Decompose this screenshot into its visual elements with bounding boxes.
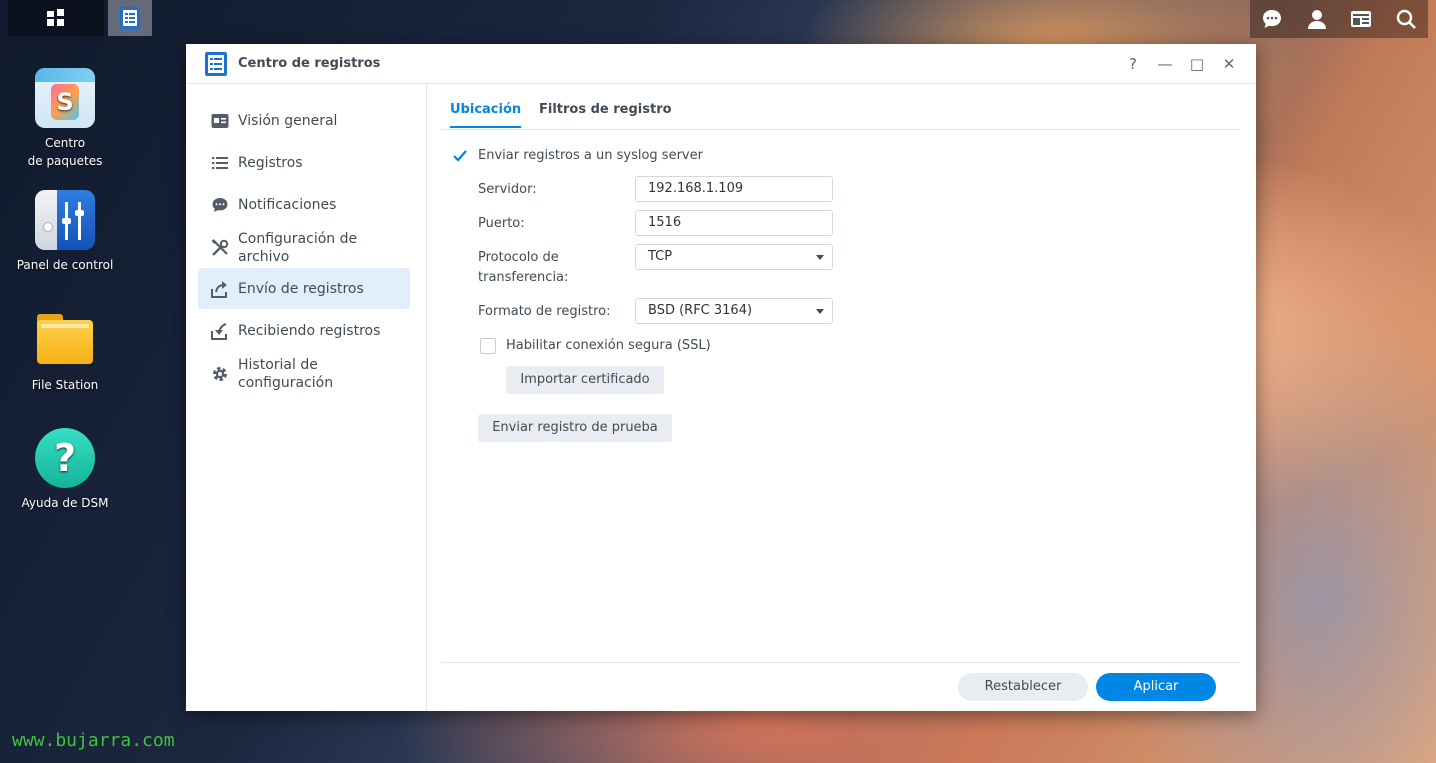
window-controls: ? — □ ✕ xyxy=(1124,44,1238,83)
user-icon xyxy=(1307,10,1326,29)
send-logs-checkbox[interactable] xyxy=(452,148,468,164)
package-center-icon: S xyxy=(35,68,95,128)
desktop-label: Panel de control xyxy=(16,258,114,272)
chat-button[interactable] xyxy=(1259,6,1285,32)
log-center-window: Centro de registros ? — □ ✕ Visión gener… xyxy=(186,44,1256,711)
desktop-label: Ayuda de DSM xyxy=(21,496,109,510)
protocol-value: TCP xyxy=(648,249,673,264)
sidebar-item-config-history[interactable]: Historial de configuración xyxy=(198,353,410,395)
label-line: archivo xyxy=(238,249,290,265)
list-icon xyxy=(210,153,230,173)
sidebar-item-label: Visión general xyxy=(238,113,338,129)
label-line: configuración xyxy=(238,375,334,391)
reset-button[interactable]: Restablecer xyxy=(958,673,1088,701)
sidebar-item-overview[interactable]: Visión general xyxy=(198,101,410,141)
label-line: Protocolo de xyxy=(478,250,559,265)
desktop-control-panel[interactable]: Panel de control xyxy=(5,190,125,274)
sidebar-item-notifications[interactable]: Notificaciones xyxy=(198,185,410,225)
checkmark-icon xyxy=(453,150,467,162)
port-input[interactable]: 1516 xyxy=(635,210,833,236)
port-value: 1516 xyxy=(648,215,682,230)
format-label: Formato de registro: xyxy=(478,304,611,319)
desktop-label: de paquetes xyxy=(27,154,103,168)
dsm-help-icon: ? xyxy=(35,428,95,488)
server-label: Servidor: xyxy=(478,182,537,197)
sidebar-item-label: Notificaciones xyxy=(238,197,337,213)
apply-button[interactable]: Aplicar xyxy=(1096,673,1216,701)
help-button[interactable]: ? xyxy=(1124,55,1142,73)
send-logs-label: Enviar registros a un syslog server xyxy=(478,148,703,163)
chat-icon xyxy=(1263,10,1282,28)
format-select[interactable]: BSD (RFC 3164) xyxy=(635,298,833,324)
server-value: 192.168.1.109 xyxy=(648,181,744,196)
close-button[interactable]: ✕ xyxy=(1220,55,1238,73)
port-label: Puerto: xyxy=(478,216,525,231)
search-button[interactable] xyxy=(1393,6,1419,32)
footer-divider xyxy=(441,662,1240,663)
receive-icon xyxy=(210,321,230,341)
widgets-icon xyxy=(1351,11,1372,27)
sidebar-item-label: Historial de configuración xyxy=(238,356,333,392)
taskbar-right xyxy=(1250,0,1428,38)
desktop-package-center[interactable]: S Centro de paquetes xyxy=(5,68,125,170)
protocol-label: Protocolo de transferencia: xyxy=(478,248,568,288)
window-title: Centro de registros xyxy=(238,56,381,71)
gear-icon xyxy=(210,364,230,384)
log-center-app-icon xyxy=(205,51,227,76)
tools-icon xyxy=(210,238,230,258)
sidebar-item-label: Envío de registros xyxy=(238,280,364,297)
desktop-label: Centro xyxy=(44,136,86,150)
sidebar-item-log-sending[interactable]: Envío de registros xyxy=(198,268,410,309)
sidebar: Visión general Registros Notificaciones … xyxy=(186,84,427,711)
send-icon xyxy=(210,279,230,299)
search-icon xyxy=(1396,9,1416,29)
taskbar-left xyxy=(0,0,152,38)
format-value: BSD (RFC 3164) xyxy=(648,303,753,318)
window-titlebar[interactable]: Centro de registros ? — □ ✕ xyxy=(186,44,1256,84)
control-panel-icon xyxy=(35,190,95,250)
chevron-down-icon xyxy=(816,309,824,314)
log-center-app-icon xyxy=(120,7,140,29)
ssl-checkbox[interactable] xyxy=(480,338,496,354)
import-certificate-button[interactable]: Importar certificado xyxy=(506,366,664,394)
sidebar-item-archive-settings[interactable]: Configuración de archivo xyxy=(198,227,410,269)
desktop-file-station[interactable]: File Station xyxy=(5,310,125,394)
sidebar-item-receiving-logs[interactable]: Recibiendo registros xyxy=(198,311,410,351)
sidebar-item-label: Registros xyxy=(238,155,303,171)
desktop-label: File Station xyxy=(31,378,99,392)
label-line: Historial de xyxy=(238,357,318,373)
sidebar-item-logs[interactable]: Registros xyxy=(198,143,410,183)
chat-bubble-icon xyxy=(210,195,230,215)
tab-location[interactable]: Ubicación xyxy=(450,102,522,128)
server-input[interactable]: 192.168.1.109 xyxy=(635,176,833,202)
content-panel: Ubicación Filtros de registro Enviar reg… xyxy=(441,84,1240,711)
main-menu-button[interactable] xyxy=(8,0,104,36)
main-menu-grid-icon xyxy=(47,9,64,26)
user-button[interactable] xyxy=(1304,6,1330,32)
ssl-label: Habilitar conexión segura (SSL) xyxy=(506,338,711,353)
sidebar-item-label: Recibiendo registros xyxy=(238,323,381,339)
maximize-button[interactable]: □ xyxy=(1188,55,1206,73)
widgets-button[interactable] xyxy=(1348,6,1374,32)
minimize-button[interactable]: — xyxy=(1156,55,1174,73)
tab-bar: Ubicación Filtros de registro xyxy=(441,84,1240,130)
desktop-dsm-help[interactable]: ? Ayuda de DSM xyxy=(5,428,125,512)
taskbar-log-center-button[interactable] xyxy=(108,0,152,36)
watermark: www.bujarra.com xyxy=(12,730,175,751)
sidebar-item-label: Configuración de archivo xyxy=(238,230,357,266)
protocol-select[interactable]: TCP xyxy=(635,244,833,270)
overview-icon xyxy=(210,111,230,131)
label-line: Configuración de xyxy=(238,231,358,247)
label-line: transferencia: xyxy=(478,270,569,285)
file-station-icon xyxy=(35,310,95,370)
chevron-down-icon xyxy=(816,255,824,260)
send-test-log-button[interactable]: Enviar registro de prueba xyxy=(478,414,672,442)
tab-log-filters[interactable]: Filtros de registro xyxy=(539,102,672,126)
